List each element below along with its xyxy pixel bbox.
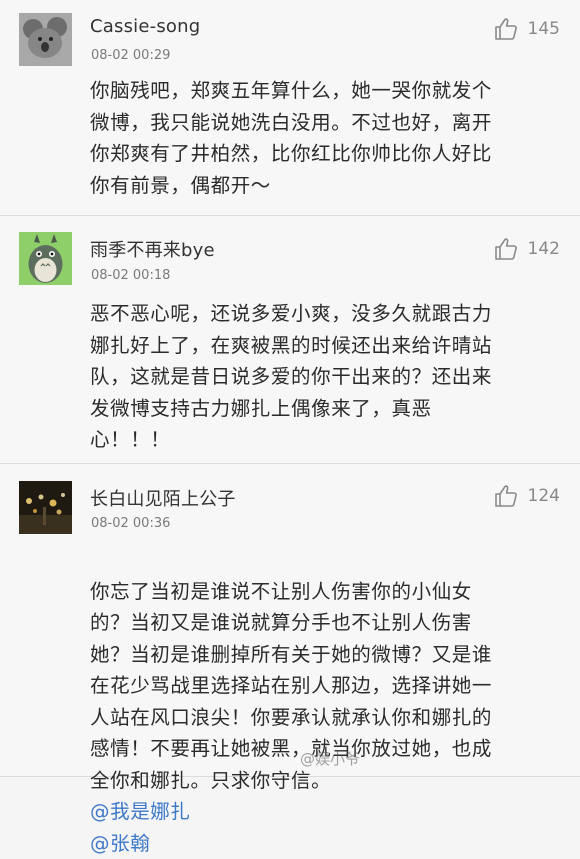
username[interactable]: 长白山见陌上公子 <box>90 485 236 511</box>
comment-text: 你忘了当初是谁说不让别人伤害你的小仙女 的？当初又是谁说就算分手也不让别人伤害 … <box>90 544 562 859</box>
comment-item: 雨季不再来bye 08-02 00:18 142 恶不恶心呢，还说多爱小爽，没多… <box>0 216 580 464</box>
thumbs-up-icon <box>494 18 517 40</box>
like-button[interactable]: 124 <box>494 484 560 508</box>
mention-link[interactable]: @张翰 <box>90 832 150 855</box>
timestamp: 08-02 00:29 <box>91 48 171 63</box>
night-lights-avatar-icon <box>19 481 72 534</box>
comment-item: 长白山见陌上公子 08-02 00:36 124 你忘了当初是谁说不让别人伤害你… <box>0 464 580 855</box>
timestamp: 08-02 00:36 <box>91 516 171 531</box>
thumbs-up-icon <box>494 238 517 260</box>
comment-text: 你脑残吧，郑爽五年算什么，她一哭你就发个 微博，我只能说她洗白没用。不过也好，离… <box>90 79 493 197</box>
thumbs-up-icon <box>494 485 517 507</box>
timestamp: 08-02 00:18 <box>91 268 171 283</box>
like-button[interactable]: 145 <box>494 17 560 41</box>
like-button[interactable]: 142 <box>494 237 560 261</box>
avatar[interactable] <box>19 232 72 285</box>
like-count: 124 <box>527 486 560 506</box>
username[interactable]: 雨季不再来bye <box>90 236 215 262</box>
watermark: @娱小爷 <box>300 750 361 768</box>
avatar[interactable] <box>19 13 72 66</box>
like-count: 145 <box>527 19 560 39</box>
comment-text-main: 你忘了当初是谁说不让别人伤害你的小仙女 的？当初又是谁说就算分手也不让别人伤害 … <box>90 579 493 792</box>
like-count: 142 <box>527 239 560 259</box>
mention-link[interactable]: @我是娜扎 <box>90 800 191 823</box>
comment-item: Cassie-song 08-02 00:29 145 你脑残吧，郑爽五年算什么… <box>0 0 580 216</box>
totoro-avatar-icon <box>19 232 72 285</box>
username[interactable]: Cassie-song <box>90 16 200 37</box>
koala-avatar-icon <box>19 13 72 66</box>
comment-text: 恶不恶心呢，还说多爱小爽，没多久就跟古力 娜扎好上了，在爽被黑的时候还出来给许晴… <box>90 302 493 451</box>
avatar[interactable] <box>19 481 72 534</box>
